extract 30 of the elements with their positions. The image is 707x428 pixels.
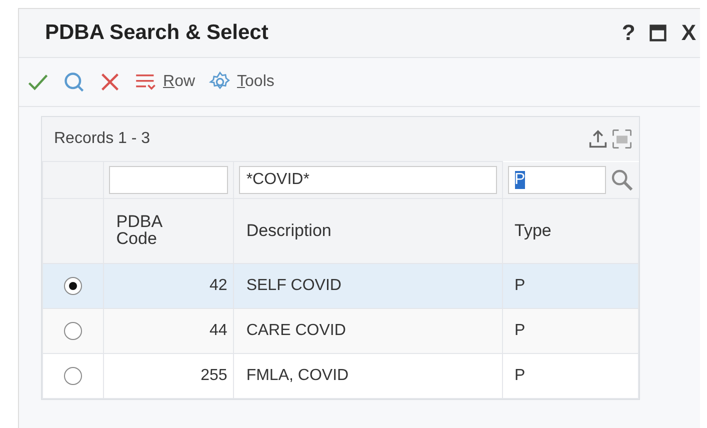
table-cell: 44 bbox=[210, 322, 228, 339]
help-button[interactable]: ? bbox=[622, 20, 636, 46]
radio-button[interactable] bbox=[64, 276, 82, 295]
filter-field[interactable]: P bbox=[508, 166, 606, 194]
table-cell: 255 bbox=[200, 367, 228, 384]
tools-button[interactable]: Tools bbox=[209, 71, 274, 93]
filter-field[interactable] bbox=[109, 166, 228, 194]
column-header: Type bbox=[514, 221, 552, 240]
maximize-icon[interactable] bbox=[649, 24, 668, 42]
close-button[interactable]: X bbox=[681, 20, 696, 46]
table-cell: SELF COVID bbox=[246, 277, 342, 294]
column-header: Description bbox=[246, 221, 332, 240]
row-button[interactable]: Row bbox=[135, 71, 196, 93]
radio-button[interactable] bbox=[64, 366, 82, 385]
search-icon[interactable] bbox=[63, 71, 85, 93]
table-cell: P bbox=[514, 322, 526, 339]
table-cell: CARE COVID bbox=[246, 322, 346, 339]
table-cell: P bbox=[514, 367, 526, 384]
window-title: PDBA Search & Select bbox=[45, 21, 270, 45]
export-icon[interactable] bbox=[587, 128, 609, 150]
expand-icon[interactable] bbox=[611, 128, 633, 150]
column-header: PDBA Code bbox=[116, 213, 164, 247]
filter-field[interactable]: *COVID* bbox=[239, 166, 496, 194]
records-count: Records 1 - 3 bbox=[54, 130, 150, 148]
table-cell: P bbox=[514, 277, 526, 294]
search-icon[interactable] bbox=[610, 168, 634, 192]
cancel-icon[interactable] bbox=[99, 71, 121, 93]
table-cell: FMLA, COVID bbox=[246, 367, 349, 384]
radio-button[interactable] bbox=[64, 322, 82, 340]
table-cell: 42 bbox=[210, 277, 228, 294]
